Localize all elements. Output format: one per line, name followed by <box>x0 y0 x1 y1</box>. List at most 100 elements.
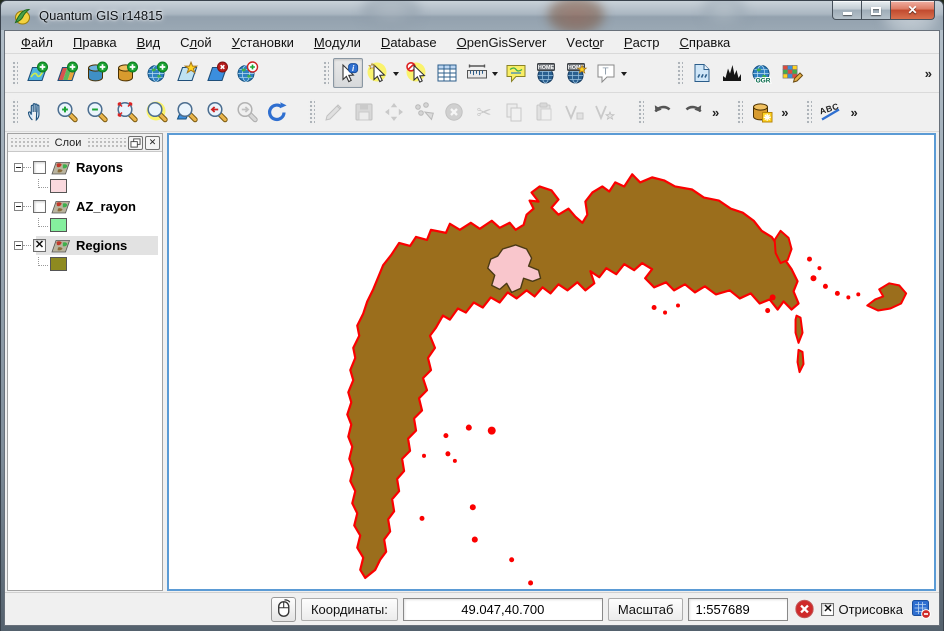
toolbar-grip[interactable] <box>308 99 315 125</box>
labeling-overflow-chevron-icon[interactable]: » <box>846 105 860 120</box>
show-bookmarks-button[interactable]: HOME <box>531 58 561 88</box>
offline-overflow-chevron-icon[interactable]: » <box>777 105 791 120</box>
tree-indent <box>12 257 48 271</box>
menu-edit[interactable]: Правка <box>63 31 127 53</box>
pan-map-button[interactable] <box>22 97 52 127</box>
layer-name[interactable]: AZ_rayon <box>75 198 140 215</box>
menu-view[interactable]: Вид <box>127 31 171 53</box>
map-canvas[interactable] <box>167 133 936 591</box>
new-bookmark-button[interactable]: HOME <box>561 58 591 88</box>
select-features-dropdown-caret[interactable] <box>393 72 399 79</box>
window-frame: ФайлПравкаВидСлойУстановкиМодулиDatabase… <box>0 30 944 631</box>
coordinates-label: Координаты: <box>301 598 398 621</box>
add-wfs-layer-button[interactable] <box>232 58 262 88</box>
maximize-button[interactable] <box>862 1 890 20</box>
bookmark-new-icon: HOME <box>564 61 588 85</box>
layer-visibility-checkbox[interactable] <box>33 200 46 213</box>
zoom-to-selection-button[interactable] <box>142 97 172 127</box>
layer-symbol-swatch[interactable] <box>50 218 67 232</box>
measure-line-button[interactable] <box>462 58 492 88</box>
layer-visibility-checkbox[interactable] <box>33 161 46 174</box>
layer-name[interactable]: Regions <box>75 237 131 254</box>
deselect-features-button[interactable] <box>402 58 432 88</box>
undo-button[interactable] <box>648 97 678 127</box>
menu-raster[interactable]: Растр <box>614 31 670 53</box>
close-panel-button[interactable]: ✕ <box>145 136 160 150</box>
zoom-to-layer-button[interactable] <box>172 97 202 127</box>
coordinates-input[interactable] <box>403 598 603 621</box>
zoom-next-button <box>232 97 262 127</box>
add-raster-layer-button[interactable] <box>52 58 82 88</box>
layers-panel-header[interactable]: Слои ✕ <box>8 134 162 152</box>
text-annotation-button[interactable]: T <box>591 58 621 88</box>
toolbar-grip[interactable] <box>805 99 812 125</box>
render-checkbox-group[interactable]: ✕ Отрисовка <box>821 602 903 617</box>
scale-input[interactable] <box>688 598 788 621</box>
toolbar-grip[interactable] <box>676 60 683 86</box>
titlebar[interactable]: Quantum GIS r14815 ✕ <box>0 0 944 30</box>
close-button[interactable]: ✕ <box>890 1 935 20</box>
toolbar-grip[interactable] <box>11 60 18 86</box>
toolbar-grip[interactable] <box>11 99 18 125</box>
redo-button[interactable] <box>678 97 708 127</box>
render-checkbox[interactable]: ✕ <box>821 603 834 616</box>
zoom-full-extent-button[interactable] <box>112 97 142 127</box>
menu-help[interactable]: Справка <box>670 31 741 53</box>
zoom-out-button[interactable] <box>82 97 112 127</box>
offline-editing-toggle-button[interactable] <box>747 97 777 127</box>
menu-file[interactable]: Файл <box>11 31 63 53</box>
menu-plugins[interactable]: Модули <box>304 31 371 53</box>
measure-line-dropdown-caret[interactable] <box>492 72 498 79</box>
close-icon: ✕ <box>907 4 917 16</box>
menu-opengisserver[interactable]: OpenGisServer <box>447 31 557 53</box>
undo-overflow-chevron-icon[interactable]: » <box>708 105 722 120</box>
layer-symbol-swatch[interactable] <box>50 257 67 271</box>
zoom-in-button[interactable] <box>52 97 82 127</box>
map-tips-button[interactable] <box>501 58 531 88</box>
add-vector-layer-button[interactable] <box>22 58 52 88</box>
ogr-globe-icon: OGR <box>750 61 774 85</box>
small-island-dot <box>846 295 850 299</box>
labeling-tool-button[interactable]: ABC <box>816 97 846 127</box>
node-tool-icon <box>412 100 436 124</box>
add-postgis-layer-button[interactable] <box>82 58 112 88</box>
layer-name[interactable]: Rayons <box>75 159 127 176</box>
raster-histogram-button[interactable] <box>717 58 747 88</box>
add-spatialite-layer-button[interactable] <box>112 58 142 88</box>
identify-features-button[interactable]: i <box>333 58 363 88</box>
remove-layer-button[interactable] <box>202 58 232 88</box>
add-wms-layer-button[interactable] <box>142 58 172 88</box>
menu-layer[interactable]: Слой <box>170 31 221 53</box>
crs-status-button[interactable] <box>908 597 933 622</box>
layer-item-rayons[interactable]: Rayons <box>12 158 160 177</box>
new-shapefile-layer-button[interactable] <box>172 58 202 88</box>
tree-expander[interactable] <box>14 241 23 250</box>
tree-expander[interactable] <box>14 202 23 211</box>
layer-visibility-checkbox[interactable]: ✕ <box>33 239 46 252</box>
select-features-button[interactable] <box>363 58 393 88</box>
open-attribute-table-button[interactable] <box>432 58 462 88</box>
stop-render-button[interactable] <box>793 598 816 621</box>
raster-calculator-button[interactable] <box>777 58 807 88</box>
zoom-last-button[interactable] <box>202 97 232 127</box>
ogr-converter-button[interactable]: OGR <box>747 58 777 88</box>
minimize-button[interactable] <box>832 1 862 20</box>
toolbar-grip[interactable] <box>736 99 743 125</box>
menu-database[interactable]: Database <box>371 31 447 53</box>
layer-item-regions[interactable]: ✕ Regions <box>12 236 160 255</box>
zoom-selection-icon <box>145 100 169 124</box>
toolbar-overflow-chevron-icon[interactable]: » <box>921 66 935 81</box>
move-feature-button <box>379 97 409 127</box>
layer-item-az-rayon[interactable]: AZ_rayon <box>12 197 160 216</box>
text-annotation-dropdown-caret[interactable] <box>621 72 627 79</box>
menu-vector[interactable]: Vector <box>556 31 614 53</box>
menu-settings[interactable]: Установки <box>222 31 304 53</box>
refresh-map-button[interactable] <box>262 97 292 127</box>
float-panel-button[interactable] <box>128 136 143 150</box>
layer-symbol-swatch[interactable] <box>50 179 67 193</box>
raster-document-button[interactable] <box>687 58 717 88</box>
toolbar-grip[interactable] <box>322 60 329 86</box>
tree-expander[interactable] <box>14 163 23 172</box>
toolbar-grip[interactable] <box>637 99 644 125</box>
toggle-extents-button[interactable] <box>271 597 296 622</box>
